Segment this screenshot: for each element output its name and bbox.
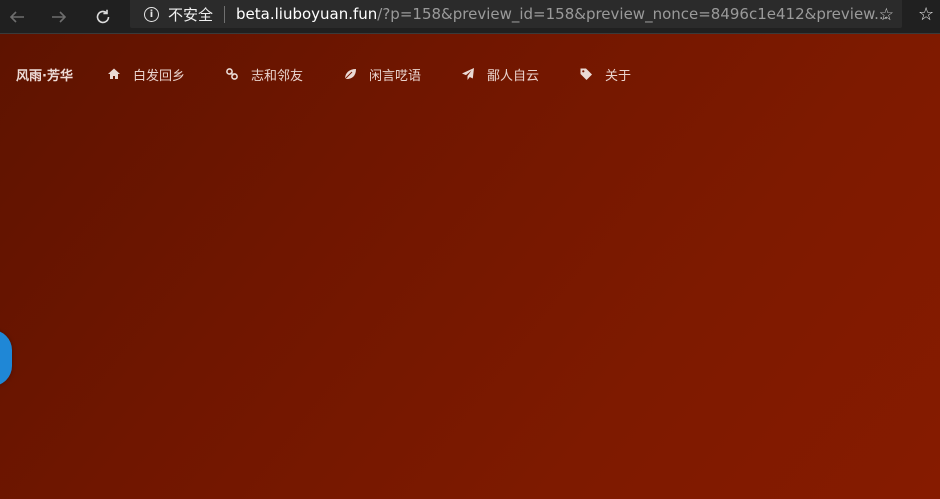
back-button[interactable] (0, 0, 33, 33)
paper-plane-icon (461, 67, 475, 81)
favorites-icon[interactable]: ☆ (918, 4, 934, 25)
floating-side-button[interactable] (0, 330, 12, 386)
reload-button[interactable] (86, 0, 119, 33)
security-label: 不安全 (168, 5, 214, 24)
url-host: beta.liuboyuan.fun (236, 5, 378, 23)
nav-item-home[interactable]: 白发回乡 (107, 65, 185, 84)
tag-icon (579, 67, 593, 81)
nav-item-about[interactable]: 关于 (579, 65, 631, 84)
nav-item-self[interactable]: 鄙人自云 (461, 65, 539, 84)
nav-item-label: 关于 (605, 68, 632, 84)
nav-item-notes[interactable]: 闲言呓语 (343, 65, 421, 84)
arrow-right-icon (51, 10, 66, 23)
site-brand[interactable]: 风雨·芳华 (16, 65, 73, 84)
refresh-icon (96, 9, 109, 23)
star-icon[interactable]: ☆ (879, 5, 894, 25)
page-content: 风雨·芳华 白发回乡 志和邻友 闲言呓语 鄙人自云 关于 (0, 34, 940, 499)
nav-item-friends[interactable]: 志和邻友 (225, 65, 303, 84)
nav-item-label: 闲言呓语 (368, 68, 421, 84)
info-icon[interactable]: i (144, 6, 159, 22)
leaf-icon (343, 67, 357, 81)
home-icon (107, 67, 121, 81)
address-divider (224, 5, 226, 23)
nav-item-label: 白发回乡 (132, 68, 185, 84)
nav-item-label: 志和邻友 (250, 68, 303, 84)
address-bar[interactable]: i 不安全 beta.liuboyuan.fun /?p=158&preview… (130, 0, 902, 28)
browser-toolbar: i 不安全 beta.liuboyuan.fun /?p=158&preview… (0, 0, 940, 34)
url-path: /?p=158&preview_id=158&preview_nonce=849… (377, 5, 889, 23)
nav-item-label: 鄙人自云 (487, 68, 540, 84)
link-icon (225, 67, 239, 81)
site-nav: 风雨·芳华 白发回乡 志和邻友 闲言呓语 鄙人自云 关于 (16, 61, 671, 87)
arrow-left-icon (9, 10, 24, 23)
forward-button[interactable] (42, 0, 75, 33)
